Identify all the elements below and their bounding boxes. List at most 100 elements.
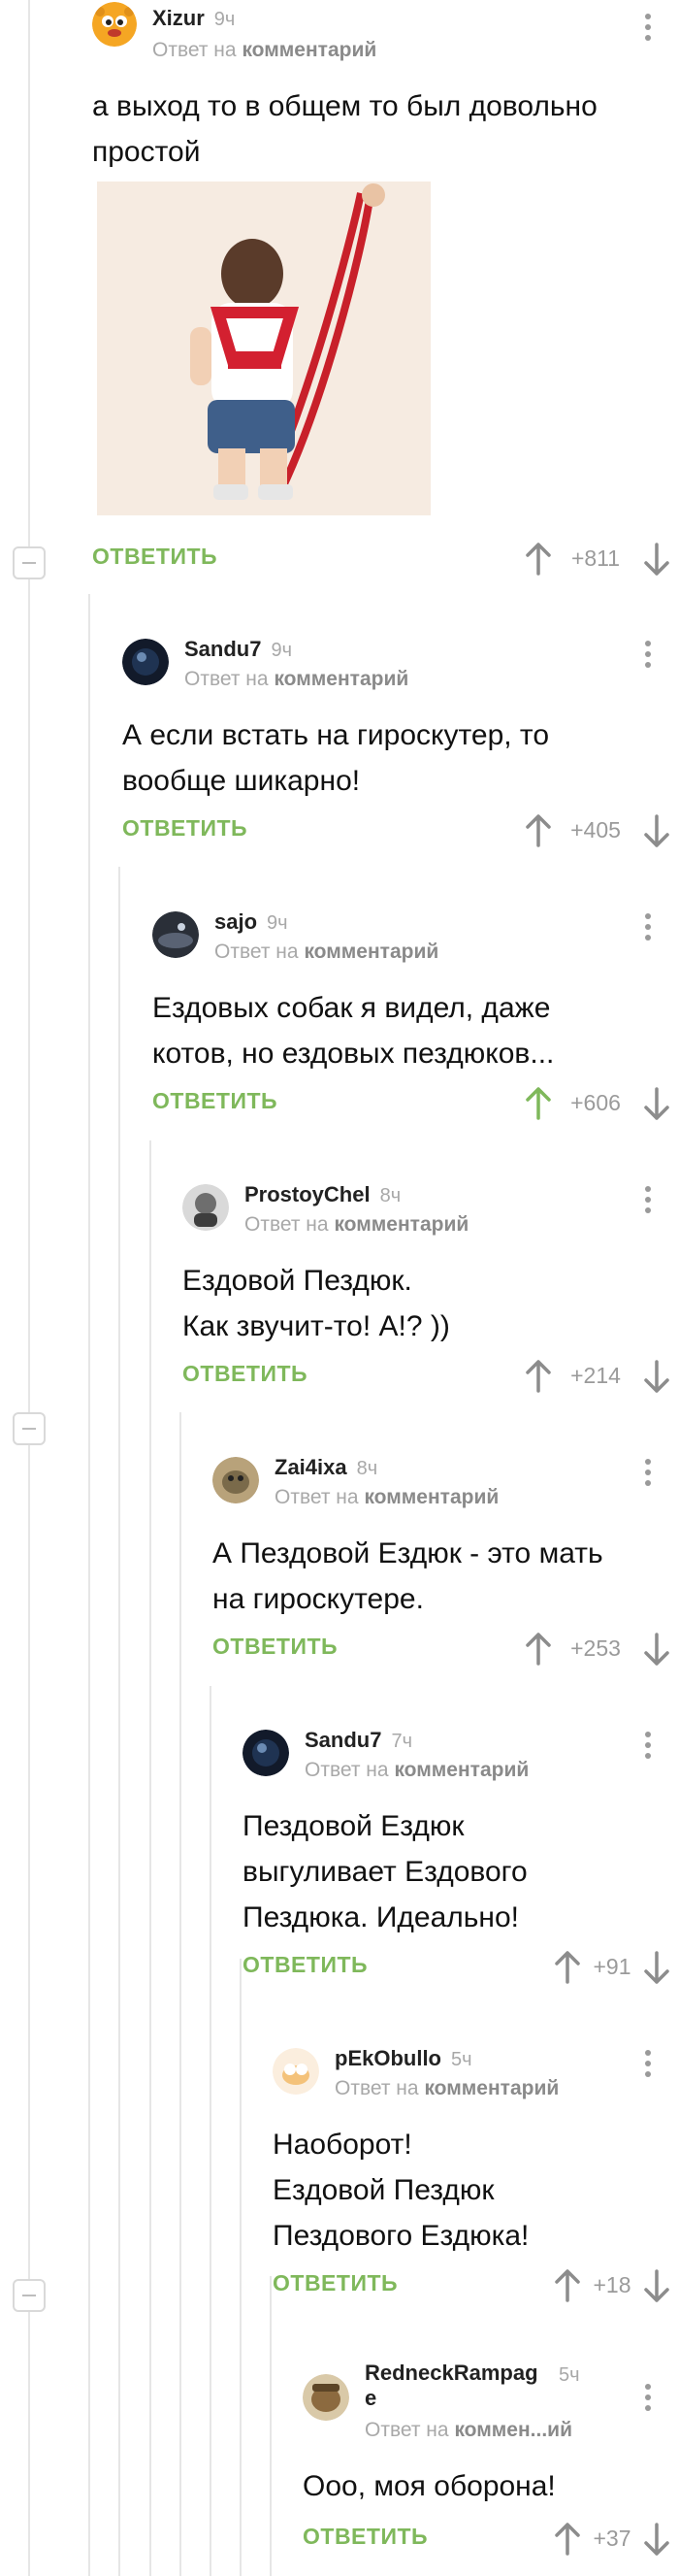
reply-prefix: Ответ на	[275, 1486, 359, 1508]
avatar[interactable]	[152, 911, 199, 958]
comment-actions: ОТВЕТИТЬ +18	[273, 2266, 679, 2305]
author-name[interactable]: sajo	[214, 909, 257, 934]
comment-time: 8ч	[379, 1185, 402, 1206]
downvote-icon[interactable]	[642, 1950, 671, 1985]
downvote-icon[interactable]	[642, 2268, 671, 2303]
avatar[interactable]	[122, 639, 169, 685]
comment-time: 9ч	[213, 9, 236, 30]
reply-target-link[interactable]: комментарий	[304, 941, 438, 963]
comment-author[interactable]: ProstoyChel 8ч	[244, 1182, 401, 1207]
upvote-icon[interactable]	[553, 2268, 582, 2303]
downvote-icon[interactable]	[642, 1359, 671, 1394]
comment-author[interactable]: Zai4ixa 8ч	[275, 1455, 377, 1480]
comment-author[interactable]: Sandu7 9ч	[184, 637, 292, 662]
comment-text-line: простой	[92, 136, 201, 168]
upvote-icon[interactable]	[553, 2522, 582, 2557]
downvote-icon[interactable]	[642, 2522, 671, 2557]
author-name[interactable]: Zai4ixa	[275, 1455, 347, 1479]
rating-score: +405	[570, 817, 621, 842]
comment-author[interactable]: RedneckRampag e	[365, 2361, 538, 2411]
comment-actions: ОТВЕТИТЬ +253	[212, 1630, 679, 1668]
reply-button[interactable]: ОТВЕТИТЬ	[152, 1088, 277, 1114]
collapse-thread-button[interactable]	[13, 546, 46, 579]
reply-target-link[interactable]: комментарий	[424, 2077, 559, 2099]
avatar[interactable]	[273, 2048, 319, 2095]
upvote-icon[interactable]	[524, 1632, 553, 1667]
reply-button[interactable]: ОТВЕТИТЬ	[273, 2270, 398, 2296]
reply-to-line: Ответ на комментарий	[214, 941, 438, 964]
comment: ProstoyChel 8ч Ответ на комментарий Ездов…	[182, 1174, 679, 1407]
reply-target-link[interactable]: комментарий	[364, 1486, 499, 1508]
comment-text-line: Ездовой Пездюк.	[182, 1265, 412, 1297]
reply-prefix: Ответ на	[365, 2419, 449, 2441]
thread-line	[240, 1959, 242, 2576]
reply-target-link[interactable]: комментарий	[274, 668, 408, 690]
collapse-thread-button[interactable]	[13, 2279, 46, 2312]
collapse-thread-button[interactable]	[13, 1412, 46, 1445]
avatar[interactable]	[303, 2374, 349, 2421]
comment-author[interactable]: Xizur 9ч	[152, 6, 235, 31]
reply-button[interactable]: ОТВЕТИТЬ	[92, 544, 217, 570]
comment-text-line: Пездового Ездюка!	[273, 2220, 530, 2252]
more-options-icon[interactable]	[644, 641, 652, 672]
comment: Zai4ixa 8ч Ответ на комментарий А Пездово…	[212, 1447, 679, 1680]
more-options-icon[interactable]	[644, 1459, 652, 1490]
reply-button[interactable]: ОТВЕТИТЬ	[182, 1361, 307, 1387]
author-name-wrap[interactable]: e	[365, 2386, 538, 2411]
more-options-icon[interactable]	[644, 913, 652, 944]
comment-text-line: Пездюка. Идеально!	[242, 1901, 519, 1933]
author-name[interactable]: RedneckRampag	[365, 2361, 538, 2386]
vote-control: +18	[553, 2266, 679, 2305]
rating-score: +253	[570, 1635, 621, 1661]
reply-prefix: Ответ на	[152, 39, 237, 61]
downvote-icon[interactable]	[642, 542, 671, 577]
rating-score: +37	[593, 2526, 631, 2551]
comment-image[interactable]	[97, 182, 431, 515]
upvote-icon[interactable]	[524, 1086, 553, 1121]
more-options-icon[interactable]	[644, 14, 652, 45]
avatar[interactable]	[92, 2, 137, 47]
thread-line	[118, 867, 120, 2576]
author-name[interactable]: Sandu7	[305, 1728, 381, 1752]
more-options-icon[interactable]	[644, 1732, 652, 1763]
reply-target-link[interactable]: комментарий	[334, 1213, 469, 1236]
vote-control: +91	[553, 1948, 679, 1987]
comment: Sandu7 7ч Ответ на комментарий Пездовой Е…	[242, 1720, 679, 2001]
reply-target-link[interactable]: коммен...ий	[454, 2419, 572, 2441]
comment-author[interactable]: pEkObullo 5ч	[335, 2046, 472, 2071]
reply-to-line: Ответ на комментарий	[305, 1759, 529, 1782]
avatar[interactable]	[212, 1457, 259, 1503]
reply-button[interactable]: ОТВЕТИТЬ	[122, 815, 247, 842]
comment-author[interactable]: sajo 9ч	[214, 909, 288, 935]
avatar[interactable]	[242, 1730, 289, 1776]
downvote-icon[interactable]	[642, 1086, 671, 1121]
more-options-icon[interactable]	[644, 1186, 652, 1217]
reply-to-line: Ответ на комментарий	[275, 1486, 499, 1509]
author-name[interactable]: Xizur	[152, 6, 205, 30]
author-name[interactable]: pEkObullo	[335, 2046, 441, 2070]
comment-author[interactable]: Sandu7 7ч	[305, 1728, 412, 1753]
reply-target-link[interactable]: комментарий	[394, 1759, 529, 1781]
downvote-icon[interactable]	[642, 813, 671, 848]
upvote-icon[interactable]	[553, 1950, 582, 1985]
more-options-icon[interactable]	[644, 2384, 652, 2415]
reply-button[interactable]: ОТВЕТИТЬ	[212, 1634, 338, 1660]
comment-actions: ОТВЕТИТЬ +811	[92, 540, 679, 578]
author-name[interactable]: Sandu7	[184, 637, 261, 661]
comment-text-line: Как звучит-то! А!? ))	[182, 1310, 450, 1342]
author-name[interactable]: ProstoyChel	[244, 1182, 371, 1206]
thread-line	[179, 1412, 181, 2576]
comment-text-line: А если встать на гироскутер, то	[122, 719, 550, 751]
reply-button[interactable]: ОТВЕТИТЬ	[303, 2524, 428, 2550]
more-options-icon[interactable]	[644, 2050, 652, 2081]
reply-button[interactable]: ОТВЕТИТЬ	[242, 1952, 368, 1978]
reply-target-link[interactable]: комментарий	[242, 39, 376, 61]
comment: Sandu7 9ч Ответ на комментарий А если вст…	[122, 629, 679, 862]
rating-score: +18	[593, 2272, 631, 2297]
upvote-icon[interactable]	[524, 542, 553, 577]
comment-text-line: А Пездовой Ездюк - это мать	[212, 1537, 603, 1569]
upvote-icon[interactable]	[524, 1359, 553, 1394]
downvote-icon[interactable]	[642, 1632, 671, 1667]
avatar[interactable]	[182, 1184, 229, 1231]
upvote-icon[interactable]	[524, 813, 553, 848]
